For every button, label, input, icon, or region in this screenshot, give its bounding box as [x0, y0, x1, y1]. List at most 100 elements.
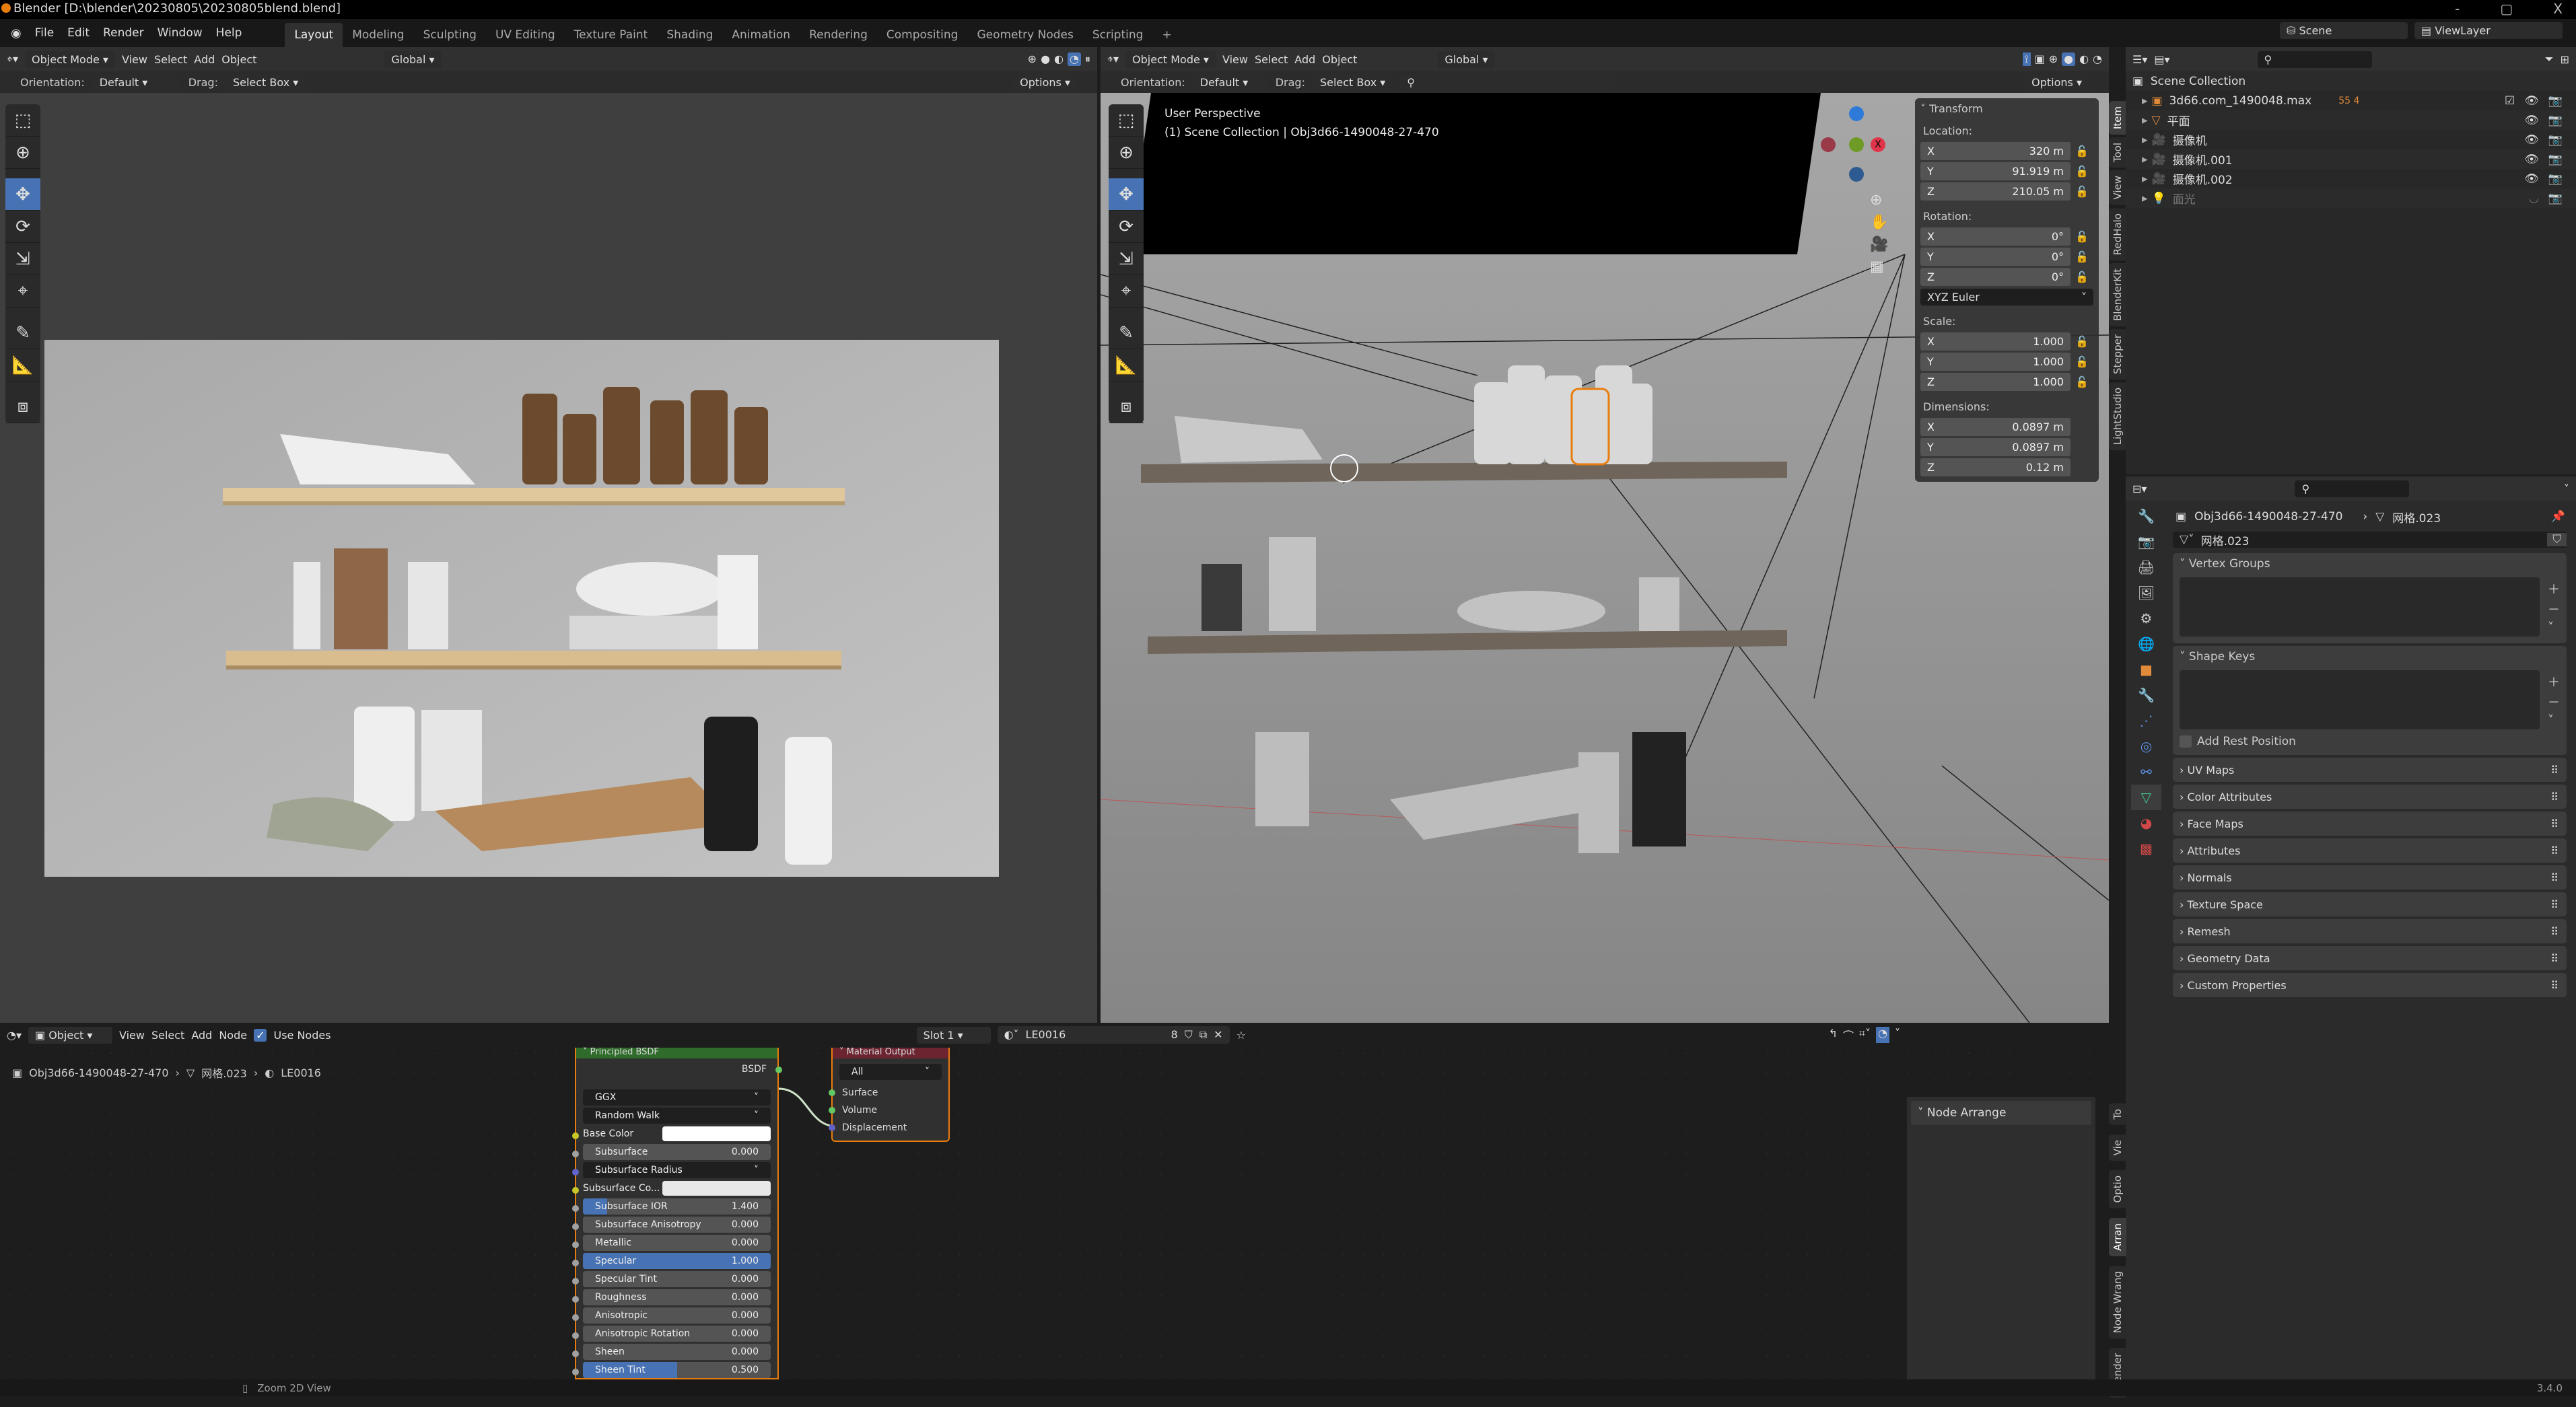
dimensions-x-field[interactable]: X 0.0897 m: [1920, 417, 2093, 436]
menu-window[interactable]: Window: [151, 24, 209, 42]
texture-tab-icon[interactable]: ▩: [2131, 836, 2161, 861]
menu-select[interactable]: Select: [154, 53, 187, 66]
wireframe-shading-icon[interactable]: ⊕: [2049, 52, 2058, 66]
viewport-search-field[interactable]: ⚲: [1400, 73, 1616, 91]
eye-icon[interactable]: ◡: [2529, 192, 2539, 205]
mesh-browse-icon[interactable]: ▽˅: [2173, 533, 2201, 546]
editor-type-icon[interactable]: ⌖▾: [1107, 52, 1119, 66]
tool-cursor[interactable]: ⊕: [1109, 137, 1144, 169]
tool-move[interactable]: ✥: [1109, 178, 1144, 211]
menu-select[interactable]: Select: [151, 1029, 184, 1042]
expand-arrow-icon[interactable]: ▸: [2142, 172, 2148, 186]
material-selector[interactable]: ◐˅ LE0016 8 ⛉ ⧉ ✕: [997, 1026, 1230, 1044]
rotation-y-field[interactable]: Y 0° 🔓: [1920, 247, 2093, 266]
eye-icon[interactable]: 👁: [2524, 153, 2539, 166]
location-x-field[interactable]: X 320 m 🔓: [1920, 141, 2093, 160]
outliner-item[interactable]: ▸ 🎥 摄像机.001 👁 📷: [2126, 149, 2576, 169]
slot-selector[interactable]: Slot 1 ▾: [916, 1026, 991, 1044]
menu-node[interactable]: Node: [219, 1029, 247, 1042]
eye-icon[interactable]: 👁: [2524, 94, 2539, 108]
vertex-groups-header[interactable]: ˅ Vertex Groups: [2180, 557, 2560, 571]
view-layer-tab-icon[interactable]: 🖼: [2131, 580, 2161, 606]
outliner-item[interactable]: ▸ ▽ 平面 👁 📷: [2126, 110, 2576, 130]
input-socket[interactable]: [572, 1296, 579, 1303]
ortho-toggle-icon[interactable]: ▦: [1870, 258, 1888, 275]
rotation-x-field[interactable]: X 0° 🔓: [1920, 227, 2093, 246]
outliner-item-name[interactable]: 摄像机.001: [2173, 151, 2233, 168]
tab-uv-editing[interactable]: UV Editing: [486, 23, 565, 47]
principled-bsdf-node[interactable]: ˅ Principled BSDF BSDF GGX ˅ Random Walk ˅…: [572, 1048, 782, 1379]
slider-field[interactable]: Metallic 0.000: [583, 1235, 771, 1251]
solid-shading-icon[interactable]: ●: [2062, 52, 2076, 66]
camera-view-icon[interactable]: 🎥: [1870, 236, 1888, 253]
drag-handle-icon[interactable]: ⠿: [2550, 979, 2558, 992]
options-button[interactable]: Options ▾: [2025, 73, 2089, 91]
panel-uv-maps[interactable]: › UV Maps ⠿: [2173, 758, 2567, 782]
options-chevron-icon[interactable]: ˅: [2564, 482, 2569, 495]
outliner-item-name[interactable]: 3d66.com_1490048.max: [2169, 94, 2312, 108]
blender-menu-icon[interactable]: ◉: [7, 26, 26, 40]
scale-x-field[interactable]: X 1.000 🔓: [1920, 332, 2093, 351]
outliner-search[interactable]: ⚲: [2257, 50, 2372, 68]
physics-tab-icon[interactable]: ◎: [2131, 733, 2161, 759]
sidebar-tab-blenderkit[interactable]: BlenderKit: [2109, 263, 2126, 327]
dropdown-field[interactable]: Subsurface Radius ˅: [583, 1162, 771, 1178]
rotation-mode-select[interactable]: XYZ Euler ˅: [1920, 289, 2093, 305]
constraints-tab-icon[interactable]: ⚯: [2131, 759, 2161, 785]
node-arrange-panel[interactable]: ˅ Node Arrange: [1911, 1101, 2091, 1125]
tool-tab-icon[interactable]: 🔧: [2131, 503, 2161, 529]
pin-icon[interactable]: ☆: [1237, 1029, 1246, 1042]
overlay-icon[interactable]: ◔: [1876, 1027, 1889, 1043]
input-socket[interactable]: [572, 1205, 579, 1212]
xray-icon[interactable]: ▣: [2035, 52, 2045, 66]
bsdf-output-socket[interactable]: [775, 1067, 782, 1073]
shape-keys-header[interactable]: ˅ Shape Keys: [2180, 650, 2560, 663]
slider-field[interactable]: Roughness 0.000: [583, 1289, 771, 1305]
tab-animation[interactable]: Animation: [722, 23, 800, 47]
slider-field[interactable]: Subsurface 0.000: [583, 1144, 771, 1160]
menu-add[interactable]: Add: [191, 1029, 212, 1042]
remove-vertex-group-button[interactable]: －: [2548, 600, 2560, 618]
scene-collection-row[interactable]: ▣ Scene Collection: [2126, 71, 2576, 91]
tab-sculpting[interactable]: Sculpting: [414, 23, 486, 47]
slider-field[interactable]: Sheen 0.000: [583, 1344, 771, 1360]
node-sidebar-tab-node-wrang[interactable]: Node Wrang: [2109, 1265, 2126, 1339]
input-socket[interactable]: [829, 1107, 835, 1114]
tab-geometry-nodes[interactable]: Geometry Nodes: [967, 23, 1082, 47]
eye-icon[interactable]: 👁: [2524, 172, 2539, 186]
tool-transform[interactable]: ⌖: [1109, 275, 1144, 308]
lock-icon[interactable]: 🔓: [2070, 250, 2093, 263]
particles-tab-icon[interactable]: ⋰: [2131, 708, 2161, 733]
render-viewport[interactable]: ⌖▾ Object Mode ▾ View Select Add Object …: [0, 47, 1097, 1023]
menu-edit[interactable]: Edit: [61, 24, 96, 42]
sidebar-tab-stepper[interactable]: Stepper: [2109, 329, 2126, 380]
outliner-item-name[interactable]: 面光: [2173, 190, 2196, 207]
scene-tab-icon[interactable]: ⚙: [2131, 606, 2161, 631]
modifier-tab-icon[interactable]: 🔧: [2131, 682, 2161, 708]
menu-help[interactable]: Help: [209, 24, 249, 42]
slider-field[interactable]: Subsurface IOR 1.400: [583, 1198, 771, 1215]
lock-icon[interactable]: 🔓: [2070, 185, 2093, 198]
dimensions-y-input[interactable]: Y 0.0897 m: [1920, 437, 2070, 456]
location-z-input[interactable]: Z 210.05 m: [1920, 182, 2070, 201]
color-swatch[interactable]: [662, 1126, 771, 1141]
drag-handle-icon[interactable]: ⠿: [2550, 898, 2558, 911]
input-socket[interactable]: [829, 1124, 835, 1131]
input-socket[interactable]: [572, 1132, 579, 1139]
add-shape-key-button[interactable]: ＋: [2548, 673, 2560, 690]
render-camera-icon[interactable]: 📷: [2548, 192, 2563, 205]
close-button[interactable]: X: [2553, 0, 2563, 17]
input-socket[interactable]: [572, 1369, 579, 1375]
filter-icon[interactable]: ⏷: [2545, 52, 2554, 66]
rotation-z-input[interactable]: Z 0°: [1920, 267, 2070, 286]
transform-orientation-selector[interactable]: Global ▾: [1438, 50, 1495, 68]
color-swatch[interactable]: [662, 1181, 771, 1196]
drag-setting[interactable]: Select Box ▾: [1313, 73, 1393, 91]
vertex-groups-list[interactable]: [2180, 577, 2540, 637]
menu-select[interactable]: Select: [1255, 53, 1288, 66]
input-socket[interactable]: [572, 1241, 579, 1248]
menu-object[interactable]: Object: [1322, 53, 1357, 66]
drag-handle-icon[interactable]: ⠿: [2550, 952, 2558, 965]
data-tab-icon[interactable]: ▽: [2131, 785, 2161, 810]
tool-transform[interactable]: ⌖: [5, 275, 40, 308]
